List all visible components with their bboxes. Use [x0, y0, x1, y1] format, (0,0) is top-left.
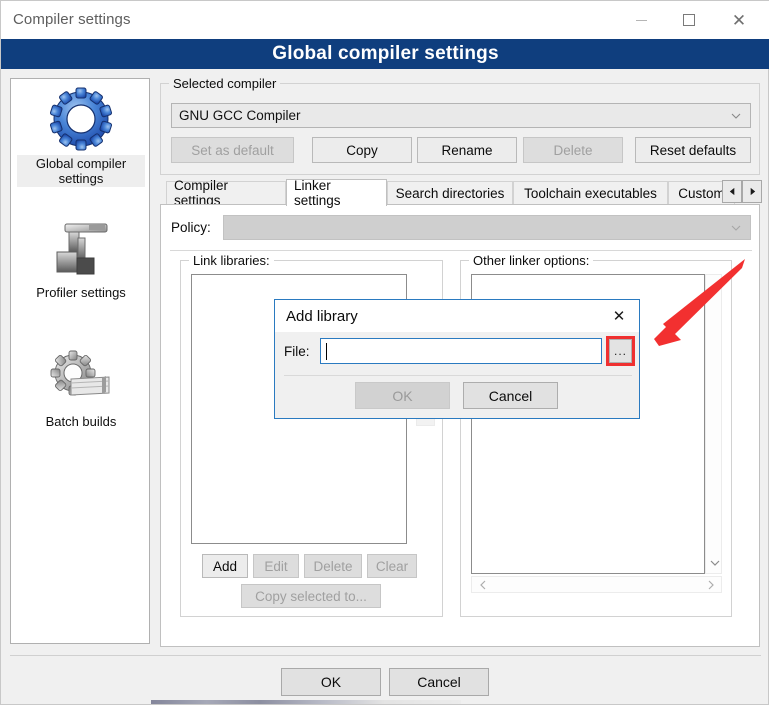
tab-compiler-settings[interactable]: Compiler settings	[166, 178, 286, 208]
delete-label: Delete	[553, 142, 593, 158]
triangle-right-icon	[750, 187, 755, 196]
tab-label: Custom	[678, 185, 725, 201]
set-as-default-label: Set as default	[191, 142, 274, 158]
dialog-cancel-button[interactable]: Cancel	[389, 668, 489, 696]
maximize-button[interactable]	[666, 1, 712, 39]
copy-selected-label: Copy selected to...	[255, 588, 367, 604]
rename-label: Rename	[441, 142, 493, 158]
add-library-dialog-title: Add library	[286, 308, 358, 325]
edit-label: Edit	[264, 558, 288, 574]
reset-defaults-button[interactable]: Reset defaults	[635, 137, 751, 163]
compiler-select[interactable]: GNU GCC Compiler	[171, 103, 751, 128]
tab-toolchain-executables[interactable]: Toolchain executables	[513, 181, 668, 204]
blue-gear-icon	[45, 86, 117, 152]
maximize-icon	[683, 14, 695, 26]
close-icon: ✕	[612, 308, 626, 325]
sidebar-item-global-compiler-settings[interactable]: Global compiler settings	[11, 86, 151, 187]
sidebar-item-label: Batch builds	[45, 414, 117, 429]
add-library-button[interactable]: Add	[202, 554, 248, 578]
browse-label: ...	[613, 344, 627, 358]
cancel-label: Cancel	[488, 387, 533, 404]
bottom-separator	[10, 655, 761, 656]
edit-library-button[interactable]: Edit	[253, 554, 299, 578]
add-library-ok-button[interactable]: OK	[355, 382, 450, 409]
sidebar-item-label: Global compiler settings	[17, 155, 145, 187]
file-label: File:	[284, 344, 310, 359]
add-library-close-button[interactable]: ✕	[605, 304, 633, 328]
linker-settings-page: Policy: Link libraries: Add Edit Delete …	[160, 204, 760, 647]
policy-separator	[170, 250, 752, 251]
policy-select[interactable]	[223, 215, 751, 240]
close-icon: ✕	[731, 10, 747, 30]
tab-linker-settings[interactable]: Linker settings	[286, 178, 387, 208]
compiler-settings-window: Compiler settings ✕ Global compiler sett…	[0, 0, 769, 705]
sidebar: Global compiler settings Profiler settin…	[10, 78, 150, 644]
close-button[interactable]: ✕	[716, 1, 762, 39]
add-label: Add	[212, 558, 238, 574]
tab-scroll-right-button[interactable]	[742, 180, 762, 203]
copy-selected-to-button[interactable]: Copy selected to...	[241, 584, 381, 608]
chevron-down-icon	[731, 113, 741, 119]
ok-label: OK	[392, 387, 413, 404]
selected-compiler-group: Selected compiler GNU GCC Compiler Set a…	[160, 76, 760, 175]
delete-compiler-button[interactable]: Delete	[523, 137, 623, 163]
clear-label: Clear	[375, 558, 409, 574]
minimize-button[interactable]	[618, 1, 664, 39]
delete-library-button[interactable]: Delete	[304, 554, 362, 578]
text-caret	[326, 343, 327, 360]
tab-label: Toolchain executables	[524, 185, 657, 201]
link-libraries-group-label: Link libraries:	[189, 253, 274, 268]
file-input[interactable]	[320, 338, 602, 364]
add-library-separator	[284, 375, 632, 376]
sidebar-item-profiler-settings[interactable]: Profiler settings	[11, 216, 151, 300]
dialog-ok-button[interactable]: OK	[281, 668, 381, 696]
chevron-down-icon[interactable]	[706, 554, 723, 571]
window-titlebar: Compiler settings ✕	[1, 1, 769, 39]
policy-label: Policy:	[171, 220, 211, 235]
copy-compiler-button[interactable]: Copy	[312, 137, 412, 163]
other-options-horizontal-scrollbar[interactable]	[471, 576, 722, 593]
chevron-right-icon[interactable]	[702, 577, 719, 592]
chevron-up-icon[interactable]	[706, 277, 723, 294]
add-library-dialog: Add library ✕ File: ... OK Cancel	[274, 299, 640, 419]
minimize-icon	[635, 19, 647, 21]
set-as-default-button[interactable]: Set as default	[171, 137, 294, 163]
selected-compiler-group-label: Selected compiler	[169, 76, 281, 91]
compiler-select-value: GNU GCC Compiler	[179, 108, 301, 123]
ok-label: OK	[320, 674, 342, 690]
page-title: Global compiler settings	[272, 43, 499, 64]
clear-libraries-button[interactable]: Clear	[367, 554, 417, 578]
rename-compiler-button[interactable]: Rename	[417, 137, 517, 163]
cancel-label: Cancel	[417, 674, 461, 690]
profiler-tool-icon	[45, 216, 117, 282]
add-library-cancel-button[interactable]: Cancel	[463, 382, 558, 409]
browse-button[interactable]: ...	[609, 339, 632, 363]
page-banner: Global compiler settings	[1, 39, 769, 69]
sidebar-item-batch-builds[interactable]: Batch builds	[11, 345, 151, 429]
reset-defaults-label: Reset defaults	[649, 142, 737, 158]
gear-stack-icon	[45, 345, 117, 411]
bottom-edge-artifact	[151, 700, 461, 704]
tab-strip: Compiler settings Linker settings Search…	[160, 178, 762, 208]
other-options-vertical-scrollbar[interactable]	[705, 274, 722, 574]
tab-label: Search directories	[395, 185, 505, 201]
chevron-left-icon[interactable]	[474, 577, 491, 592]
chevron-down-icon	[731, 225, 741, 231]
window-title: Compiler settings	[13, 11, 131, 28]
tab-search-directories[interactable]: Search directories	[387, 181, 513, 204]
sidebar-item-label: Profiler settings	[36, 285, 126, 300]
triangle-left-icon	[729, 187, 734, 196]
other-linker-options-group-label: Other linker options:	[469, 253, 594, 268]
tab-label: Linker settings	[294, 178, 341, 208]
copy-label: Copy	[346, 142, 378, 158]
delete-label: Delete	[313, 558, 353, 574]
tab-scroll-left-button[interactable]	[722, 180, 742, 203]
